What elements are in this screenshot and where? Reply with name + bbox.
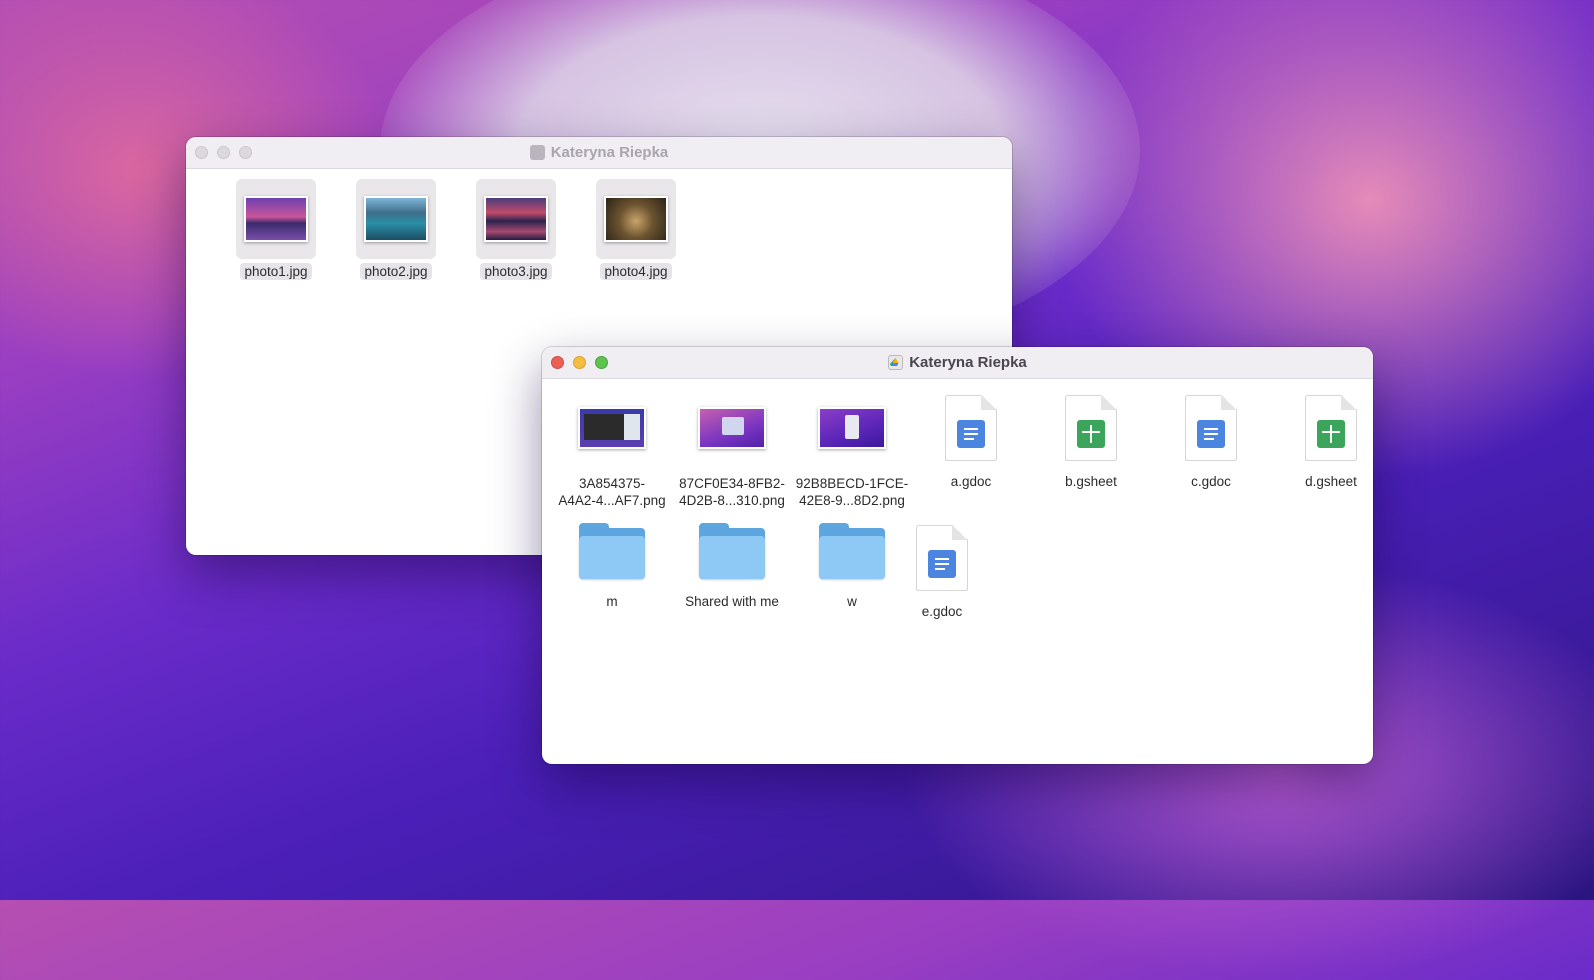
window-controls [551, 356, 608, 369]
file-name: d.gsheet [1305, 474, 1357, 489]
google-drive-icon [888, 355, 904, 370]
window-title-text: Kateryna Riepka [550, 144, 669, 161]
screenshot-icon [578, 407, 646, 449]
folder-icon [699, 523, 765, 579]
drive-download-icon [529, 145, 545, 160]
folder-icon [579, 523, 645, 579]
close-button[interactable] [551, 356, 564, 369]
finder-window-front[interactable]: Kateryna Riepka 3A854375- A4A2-4...AF7.p… [542, 347, 1373, 764]
image-icon [476, 179, 556, 259]
google-sheet-icon [1065, 395, 1117, 461]
file-item[interactable]: 92B8BECD-1FCE- 42E8-9...8D2.png [792, 395, 912, 509]
window-controls [195, 146, 252, 159]
folder-item[interactable]: m [552, 523, 672, 610]
image-icon [236, 179, 316, 259]
image-icon [596, 179, 676, 259]
file-item[interactable]: photo4.jpg [576, 179, 696, 280]
minimize-button[interactable] [573, 356, 586, 369]
file-item[interactable]: d.gsheet [1271, 395, 1373, 490]
file-item[interactable]: 3A854375- A4A2-4...AF7.png [552, 395, 672, 509]
zoom-button[interactable] [239, 146, 252, 159]
screenshot-icon [818, 407, 886, 449]
titlebar[interactable]: Kateryna Riepka [542, 347, 1373, 379]
file-item[interactable]: e.gdoc [882, 525, 1002, 620]
file-name: 3A854375- A4A2-4...AF7.png [558, 476, 666, 508]
folder-name: Shared with me [685, 594, 779, 609]
file-name: photo4.jpg [600, 263, 672, 280]
file-name: 92B8BECD-1FCE- 42E8-9...8D2.png [795, 476, 909, 508]
folder-item[interactable]: Shared with me [672, 523, 792, 610]
file-item[interactable]: b.gsheet [1031, 395, 1151, 490]
close-button[interactable] [195, 146, 208, 159]
file-item[interactable]: photo1.jpg [216, 179, 336, 280]
file-name: photo1.jpg [240, 263, 312, 280]
file-name: 87CF0E34-8FB2- 4D2B-8...310.png [679, 476, 785, 508]
file-name: a.gdoc [950, 474, 992, 489]
folder-icon [819, 523, 885, 579]
image-icon [356, 179, 436, 259]
google-doc-icon [945, 395, 997, 461]
minimize-button[interactable] [217, 146, 230, 159]
google-doc-icon [1185, 395, 1237, 461]
screenshot-icon [698, 407, 766, 449]
file-item[interactable]: a.gdoc [911, 395, 1031, 490]
zoom-button[interactable] [595, 356, 608, 369]
window-title: Kateryna Riepka [529, 144, 669, 161]
titlebar[interactable]: Kateryna Riepka [186, 137, 1012, 169]
file-name: c.gdoc [1191, 474, 1231, 489]
file-name: b.gsheet [1065, 474, 1117, 489]
file-item[interactable]: 87CF0E34-8FB2- 4D2B-8...310.png [672, 395, 792, 509]
google-doc-icon [916, 525, 968, 591]
file-item[interactable]: photo3.jpg [456, 179, 576, 280]
window-title: Kateryna Riepka [888, 354, 1027, 371]
window-title-text: Kateryna Riepka [909, 354, 1027, 371]
file-name: e.gdoc [921, 604, 963, 619]
google-sheet-icon [1305, 395, 1357, 461]
file-name: photo3.jpg [480, 263, 552, 280]
file-item[interactable]: c.gdoc [1151, 395, 1271, 490]
file-name: photo2.jpg [360, 263, 432, 280]
folder-name: m [606, 594, 618, 609]
file-item[interactable]: photo2.jpg [336, 179, 456, 280]
